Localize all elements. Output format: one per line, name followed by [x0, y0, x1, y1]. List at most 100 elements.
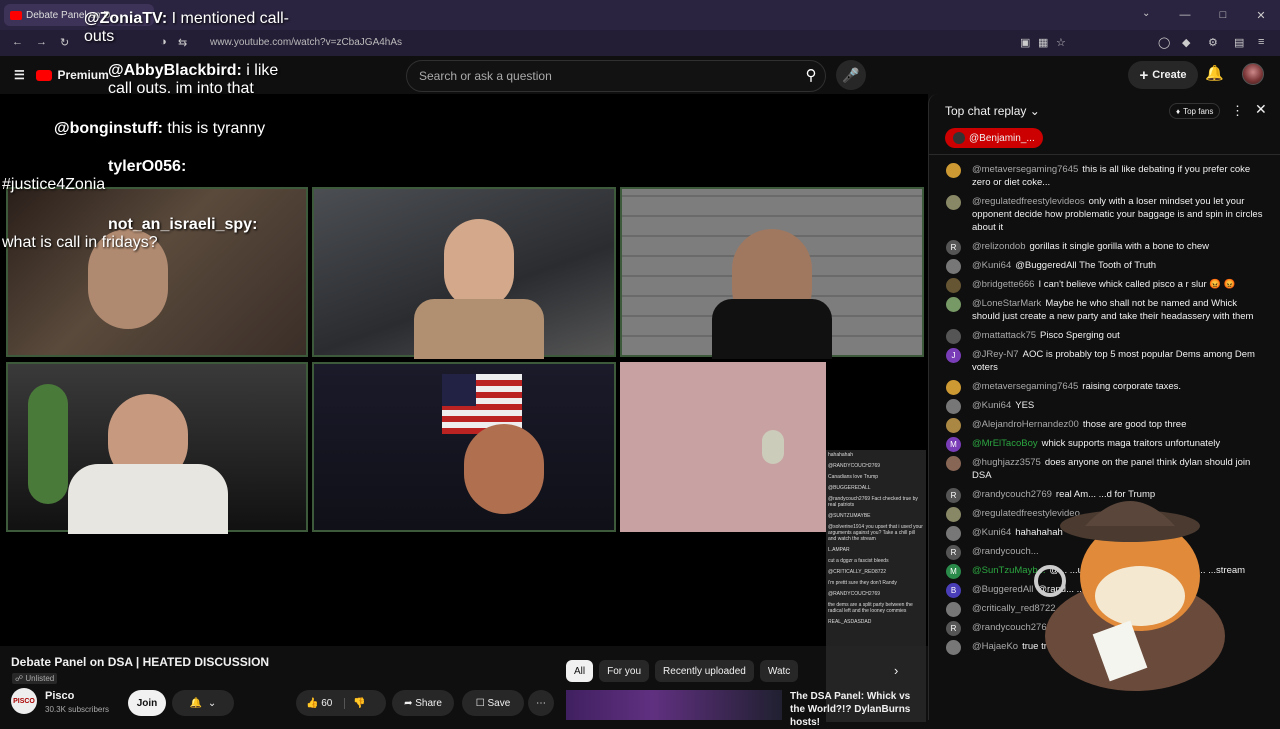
sidebar-icon[interactable]: ▤: [1234, 36, 1244, 49]
create-button[interactable]: + Create: [1128, 61, 1198, 89]
chat-author-name[interactable]: @metaversegaming7645: [972, 164, 1078, 175]
chevron-down-icon[interactable]: ⌄: [1142, 8, 1150, 19]
top-fans-label: Top fans: [1183, 106, 1214, 116]
search-icon[interactable]: ⚲: [796, 60, 826, 90]
chat-author-avatar[interactable]: [946, 380, 961, 395]
channel-avatar[interactable]: PISCO: [11, 688, 37, 714]
chat-message: @bridgette666 I can't believe whick calle…: [929, 275, 1280, 294]
back-icon[interactable]: ←: [12, 36, 23, 48]
recommended-title[interactable]: The DSA Panel: Whick vs the World?!? Dyl…: [790, 690, 925, 729]
close-icon[interactable]: ✕: [1242, 0, 1280, 30]
save-button[interactable]: ☐ Save: [462, 690, 524, 716]
mini-chat-line: hahahahah: [828, 452, 854, 458]
chat-message-text: Pisco Sperging out: [1040, 330, 1120, 341]
chip-all[interactable]: All: [566, 660, 594, 682]
chat-author-name[interactable]: @randycouch...: [972, 546, 1039, 557]
chat-author-avatar[interactable]: [946, 163, 961, 178]
chat-author-name[interactable]: @relizondob: [972, 241, 1025, 252]
chat-author-name[interactable]: @LoneStarMark: [972, 298, 1041, 309]
extensions-icon[interactable]: ⚙: [1208, 36, 1218, 49]
reload-icon[interactable]: ↻: [60, 36, 69, 49]
chat-author-name[interactable]: @regulatedfreestylevideos: [972, 196, 1085, 207]
chip-for-you[interactable]: For you: [599, 660, 650, 682]
video-info: Debate Panel on DSA | HEATED DISCUSSION …: [0, 646, 928, 728]
chat-author-avatar[interactable]: R: [946, 240, 961, 255]
chat-author-name[interactable]: @Kuni64: [972, 260, 1011, 271]
dislike-button[interactable]: 👎: [344, 697, 366, 709]
chat-author-name[interactable]: @Kuni64: [972, 400, 1011, 411]
avatar[interactable]: [1242, 63, 1264, 85]
search-input[interactable]: Search or ask a question: [406, 60, 826, 92]
thumbs-down-icon: 👎: [353, 697, 366, 709]
chat-author-avatar[interactable]: [946, 602, 961, 617]
chat-author-avatar[interactable]: [946, 297, 961, 312]
chat-author-avatar[interactable]: R: [946, 545, 961, 560]
vpn-icon[interactable]: ◆: [1182, 36, 1190, 49]
chip-recently-uploaded[interactable]: Recently uploaded: [655, 660, 754, 682]
minimize-icon[interactable]: —: [1166, 0, 1204, 30]
like-button[interactable]: 👍 60: [306, 698, 332, 709]
chat-author-name[interactable]: @bridgette666: [972, 279, 1034, 290]
chat-author-name[interactable]: @AlejandroHernandez00: [972, 419, 1079, 430]
top-fans-button[interactable]: ♦ Top fans: [1169, 103, 1221, 119]
more-vertical-icon[interactable]: ⋮: [1231, 103, 1244, 119]
chat-mode-dropdown[interactable]: Top chat replay ⌄: [945, 104, 1040, 118]
chat-author-avatar[interactable]: R: [946, 488, 961, 503]
chat-author-avatar[interactable]: B: [946, 583, 961, 598]
bookmark-star-icon[interactable]: ☆: [1056, 36, 1066, 49]
maximize-icon[interactable]: □: [1204, 0, 1242, 30]
screenshot-icon[interactable]: ▣: [1020, 36, 1030, 49]
chat-author-avatar[interactable]: M: [946, 437, 961, 452]
chat-author-avatar[interactable]: [946, 329, 961, 344]
close-chat-icon[interactable]: ✕: [1255, 101, 1267, 118]
chat-author-avatar[interactable]: J: [946, 348, 961, 363]
video-player[interactable]: @ZoniaTV: I mentioned call-outs @AbbyBla…: [0, 10, 928, 722]
cartoon-detective-mascot: [1034, 501, 1225, 691]
chat-author-avatar[interactable]: [946, 526, 961, 541]
recommended-thumbnail[interactable]: [566, 690, 782, 720]
chat-message: @regulatedfreestylevideos only with a los…: [929, 192, 1280, 237]
chat-author-avatar[interactable]: [946, 399, 961, 414]
more-actions-button[interactable]: ⋯: [528, 690, 554, 716]
supporter-avatar: [953, 132, 965, 144]
chat-message-text: whick supports maga traitors unfortunate…: [1041, 438, 1221, 449]
chat-author-name[interactable]: @metaversegaming7645: [972, 381, 1078, 392]
chip-watched[interactable]: Watc: [759, 660, 799, 682]
mini-chat-line: cut a dggzr a fascist bleeds: [828, 558, 889, 564]
chevron-right-icon[interactable]: ›: [894, 663, 898, 678]
chat-author-avatar[interactable]: [946, 456, 961, 471]
notifications-bell-icon[interactable]: 🔔: [1205, 64, 1224, 82]
reader-icon[interactable]: ▦: [1038, 36, 1048, 49]
chat-author-name[interactable]: @BuggeredAll: [972, 584, 1033, 595]
hamburger-icon[interactable]: ☰: [14, 68, 25, 82]
pinned-supporter-chip[interactable]: @Benjamin_...: [945, 128, 1043, 148]
chat-author-name[interactable]: @mattattack75: [972, 330, 1036, 341]
chat-author-avatar[interactable]: [946, 195, 961, 210]
chat-author-avatar[interactable]: R: [946, 621, 961, 636]
mascot-beard: [1095, 566, 1185, 626]
account-icon[interactable]: ◯: [1158, 36, 1170, 49]
participant-face: [444, 219, 514, 309]
chat-author-avatar[interactable]: M: [946, 564, 961, 579]
chat-author-name[interactable]: @JRey-N7: [972, 349, 1019, 360]
chat-author-avatar[interactable]: [946, 278, 961, 293]
chat-author-avatar[interactable]: [946, 259, 961, 274]
share-label: Share: [415, 697, 442, 709]
participant-body: [414, 299, 544, 359]
chat-author-avatar[interactable]: [946, 507, 961, 522]
subscribe-notifications-button[interactable]: 🔔 ⌄: [172, 690, 234, 716]
share-button[interactable]: ➦ Share: [392, 690, 454, 716]
chat-author-name[interactable]: @MrElTacoBoy: [972, 438, 1038, 449]
chat-author-avatar[interactable]: [946, 418, 961, 433]
chat-author-avatar[interactable]: [946, 640, 961, 655]
participant-tile-5: [312, 362, 616, 532]
youtube-logo[interactable]: ☰ Premium: [14, 68, 109, 82]
menu-icon[interactable]: ≡: [1258, 36, 1264, 48]
join-button[interactable]: Join: [128, 690, 166, 716]
forward-icon[interactable]: →: [36, 36, 47, 48]
microphone-icon[interactable]: 🎤: [836, 60, 866, 90]
channel-name[interactable]: Pisco: [45, 690, 74, 702]
chat-author-name[interactable]: @Kuni64: [972, 527, 1011, 538]
chat-author-name[interactable]: @hughjazz3575: [972, 457, 1041, 468]
chat-author-name[interactable]: @HajaeKo: [972, 641, 1018, 652]
